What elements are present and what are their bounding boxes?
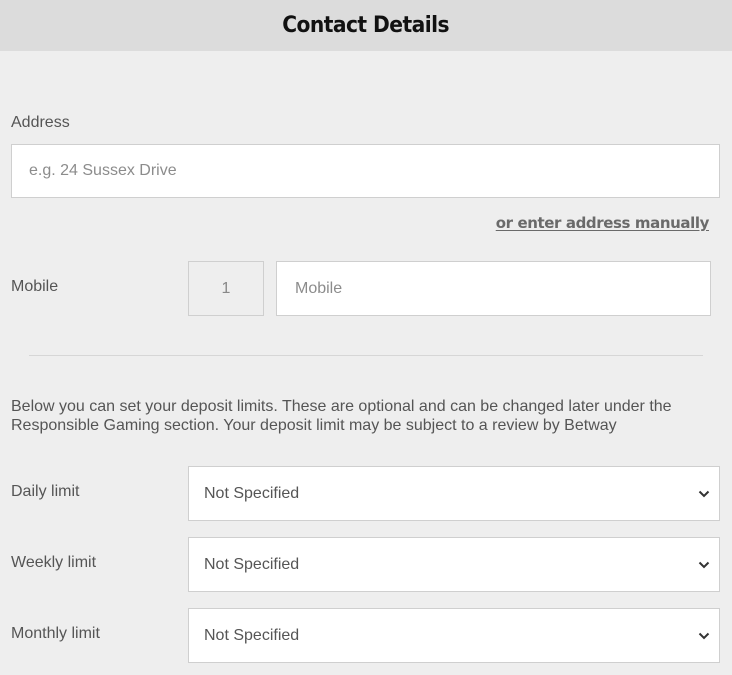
country-code-field[interactable]: 1 bbox=[188, 261, 264, 316]
daily-limit-value: Not Specified bbox=[204, 484, 300, 502]
page-title: Contact Details bbox=[282, 13, 450, 38]
monthly-limit-value: Not Specified bbox=[204, 626, 300, 644]
chevron-down-icon bbox=[696, 486, 712, 502]
deposit-limits-info: Below you can set your deposit limits. T… bbox=[11, 398, 672, 434]
weekly-limit-label: Weekly limit bbox=[11, 554, 97, 571]
address-label: Address bbox=[11, 114, 70, 131]
daily-limit-select[interactable]: Not Specified bbox=[188, 466, 720, 521]
daily-limit-label: Daily limit bbox=[11, 483, 80, 500]
mobile-label: Mobile bbox=[11, 278, 59, 295]
weekly-limit-value: Not Specified bbox=[204, 555, 300, 573]
enter-address-manually-link[interactable]: or enter address manually bbox=[496, 214, 710, 232]
address-input[interactable] bbox=[11, 144, 720, 198]
chevron-down-icon bbox=[696, 628, 712, 644]
mobile-input[interactable] bbox=[276, 261, 711, 316]
section-divider bbox=[29, 355, 703, 356]
monthly-limit-select[interactable]: Not Specified bbox=[188, 608, 720, 663]
chevron-down-icon bbox=[696, 557, 712, 573]
monthly-limit-label: Monthly limit bbox=[11, 625, 100, 642]
page-header: Contact Details bbox=[0, 0, 732, 51]
weekly-limit-select[interactable]: Not Specified bbox=[188, 537, 720, 592]
